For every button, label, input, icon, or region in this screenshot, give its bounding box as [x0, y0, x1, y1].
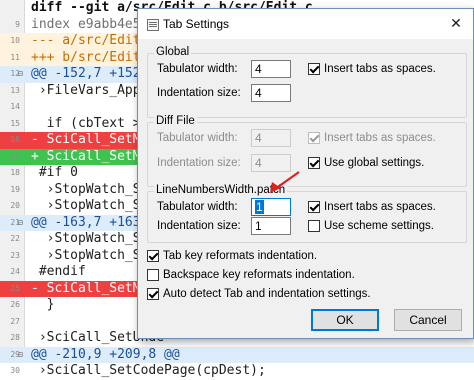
- diff-insert-tabs-label: Insert tabs as spaces.: [324, 132, 436, 144]
- lexer-insert-tabs-checkbox[interactable]: [308, 201, 320, 213]
- global-indent-size-label: Indentation size:: [157, 87, 241, 99]
- line-number: 26: [10, 300, 20, 309]
- line-number: 20: [10, 201, 20, 210]
- lexer-use-scheme-label: Use scheme settings.: [324, 220, 434, 232]
- global-insert-tabs-checkbox[interactable]: [308, 63, 320, 75]
- lexer-group: LineNumbersWidth.patch: [147, 184, 467, 243]
- tab-key-reformats-label: Tab key reformats indentation.: [163, 250, 318, 262]
- global-indent-size-input[interactable]: 4: [251, 84, 291, 102]
- line-number: 25: [10, 283, 20, 293]
- backspace-reformats-checkbox[interactable]: [147, 269, 159, 281]
- dialog-titlebar[interactable]: Tab Settings ✕: [138, 9, 473, 39]
- line-number: 14: [10, 102, 20, 111]
- line-number: 19: [10, 184, 20, 194]
- line-number: 23: [10, 250, 20, 260]
- line-number: 24: [10, 267, 20, 276]
- diff-indent-size-label: Indentation size:: [157, 157, 241, 169]
- lexer-insert-tabs-label: Insert tabs as spaces.: [324, 201, 436, 213]
- tab-settings-dialog: Tab Settings ✕ Global Tabulator width: 4…: [137, 8, 474, 339]
- diff-use-global-checkbox[interactable]: [308, 157, 320, 169]
- diff-tab-width-input: 4: [251, 129, 291, 147]
- line-number: 28: [10, 333, 20, 342]
- cancel-button[interactable]: Cancel: [394, 309, 462, 331]
- auto-detect-checkbox[interactable]: [147, 288, 159, 300]
- fold-marker-icon[interactable]: ⊟: [18, 66, 24, 83]
- line-number: 22: [10, 234, 20, 243]
- line-number: 12: [10, 69, 20, 78]
- line-number: 16: [10, 135, 20, 144]
- dialog-title: Tab Settings: [163, 17, 230, 31]
- code-text: ›SciCall_SetCodePage(cpDest);: [31, 363, 266, 378]
- fold-marker-icon[interactable]: ⊟: [18, 215, 24, 232]
- lexer-tab-width-input[interactable]: 1: [251, 198, 291, 216]
- lexer-group-label: LineNumbersWidth.patch: [154, 184, 288, 196]
- line-number: 21: [10, 217, 20, 227]
- line-number: 13: [10, 85, 20, 95]
- backspace-reformats-label: Backspace key reformats indentation.: [163, 269, 355, 281]
- line-number: 9: [15, 19, 20, 29]
- line-number: 30: [10, 366, 20, 375]
- diff-tab-width-label: Tabulator width:: [157, 132, 238, 144]
- diff-use-global-label: Use global settings.: [324, 157, 425, 169]
- ok-button[interactable]: OK: [311, 309, 379, 331]
- global-tab-width-label: Tabulator width:: [157, 63, 238, 75]
- global-group-label: Global: [154, 46, 192, 58]
- tab-key-reformats-checkbox[interactable]: [147, 250, 159, 262]
- code-text: #endif: [31, 264, 86, 279]
- lexer-indent-size-input[interactable]: 1: [251, 217, 291, 235]
- line-number: 18: [10, 168, 20, 177]
- code-text: - SciCall_SetMo: [31, 280, 149, 296]
- close-button[interactable]: ✕: [439, 9, 473, 39]
- diff-file-group-label: Diff File: [154, 115, 197, 127]
- global-tab-width-input[interactable]: 4: [251, 60, 291, 78]
- code-text: - SciCall_SetMo: [31, 132, 149, 147]
- lexer-indent-size-label: Indentation size:: [157, 220, 241, 232]
- window-icon: [147, 19, 159, 31]
- code-text: + SciCall_SetMo: [31, 148, 149, 164]
- lexer-tab-width-label: Tabulator width:: [157, 201, 238, 213]
- line-number: 15: [10, 118, 20, 128]
- lexer-use-scheme-checkbox[interactable]: [308, 220, 320, 232]
- code-text: #if 0: [31, 165, 78, 180]
- lexer-tab-width-value: 1: [255, 200, 264, 214]
- auto-detect-label: Auto detect Tab and indentation settings…: [163, 288, 371, 300]
- code-text: }: [31, 297, 55, 312]
- line-number: 10: [10, 36, 20, 45]
- diff-indent-size-input: 4: [251, 154, 291, 172]
- line-number: 17: [10, 151, 20, 161]
- global-insert-tabs-label: Insert tabs as spaces.: [324, 63, 436, 75]
- line-number: 11: [10, 52, 20, 62]
- code-line: 30 ›SciCall_SetCodePage(cpDest);: [0, 363, 474, 380]
- diff-insert-tabs-checkbox: [308, 132, 320, 144]
- line-number: 27: [10, 316, 20, 326]
